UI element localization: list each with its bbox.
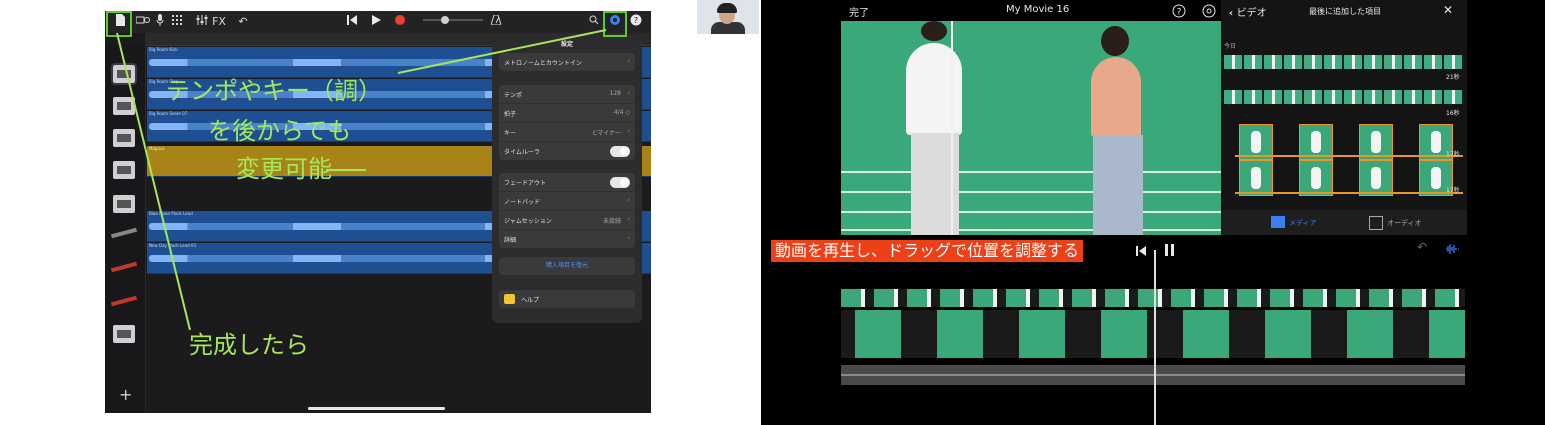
audio-waveform-track[interactable]	[841, 365, 1465, 385]
annotation-arrows	[116, 29, 607, 331]
tab-label: メディア	[1289, 219, 1317, 227]
done-button[interactable]: 完了	[849, 4, 869, 19]
browser-title: 最後に追加した項目	[1309, 7, 1381, 16]
annotation-text: 変更可能	[236, 155, 332, 183]
clip-duration: 16秒	[1446, 110, 1460, 117]
annotation-text: を後からでも	[208, 117, 352, 145]
imovie-window: 完了 My Movie 16 ? ‹ ビデオ 最後に追加した項目 ✕ 今日 21…	[761, 0, 1545, 425]
section-header: 今日	[1224, 43, 1237, 50]
project-title: My Movie 16	[1006, 4, 1070, 15]
media-clip[interactable]	[1224, 55, 1464, 69]
playhead-marker	[1150, 240, 1160, 248]
media-clip[interactable]	[1224, 90, 1464, 104]
film-icon	[1271, 216, 1285, 228]
clip-duration: 17秒	[1446, 151, 1460, 158]
close-icon[interactable]: ✕	[1443, 3, 1453, 17]
media-clip[interactable]	[1239, 160, 1273, 196]
timeline-clip-strip[interactable]	[841, 289, 1465, 307]
music-note-icon	[1369, 216, 1383, 230]
back-button[interactable]: ‹ ビデオ	[1229, 4, 1267, 19]
media-clip[interactable]	[1359, 160, 1393, 196]
skip-to-start-icon[interactable]	[1136, 241, 1146, 260]
media-clip[interactable]	[1299, 160, 1333, 196]
media-browser: ‹ ビデオ 最後に追加した項目 ✕ 今日 21秒 16秒 17秒 17秒 メディ…	[1221, 0, 1467, 235]
audio-waveform-icon[interactable]	[1445, 240, 1459, 259]
video-preview[interactable]	[841, 21, 1221, 235]
annotation-text: 完成したら	[189, 331, 309, 359]
browser-tabs: メディア オーディオ	[1221, 210, 1467, 235]
undo-icon[interactable]: ↶	[1417, 240, 1427, 254]
tab-label: オーディオ	[1387, 219, 1422, 227]
playhead[interactable]	[1154, 250, 1156, 425]
pause-icon[interactable]	[1165, 241, 1175, 260]
chevron-left-icon: ‹	[1229, 8, 1237, 19]
participant-video	[697, 0, 759, 34]
svg-text:?: ?	[1177, 8, 1182, 18]
clip-duration: 21秒	[1446, 74, 1460, 81]
clip-duration: 17秒	[1446, 187, 1460, 194]
back-label: ビデオ	[1236, 8, 1267, 19]
split-screen-divider	[951, 21, 953, 235]
settings-gear-icon[interactable]	[1202, 3, 1216, 22]
timeline-clip-strip[interactable]	[841, 310, 1465, 358]
help-icon[interactable]: ?	[1172, 3, 1186, 22]
annotation-text: テンポやキー（調）	[166, 77, 382, 105]
instruction-caption: 動画を再生し、ドラッグで位置を調整する	[771, 240, 1084, 262]
